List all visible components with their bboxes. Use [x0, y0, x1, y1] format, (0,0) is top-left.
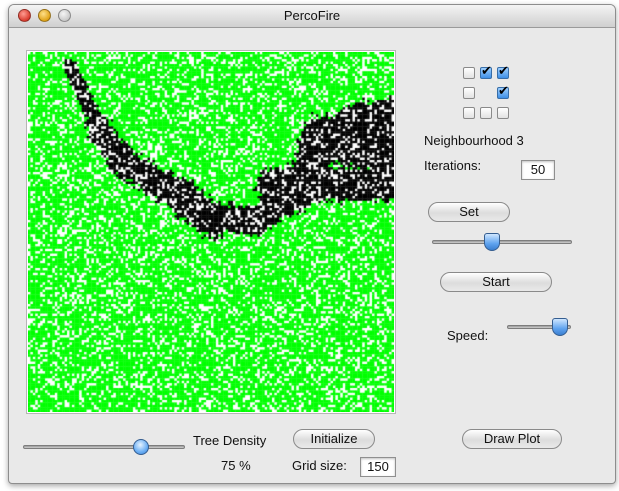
- forest-grid-view[interactable]: [26, 50, 396, 414]
- speed-label: Speed:: [447, 328, 489, 343]
- neighbourhood-checkbox-r1c2[interactable]: [480, 64, 492, 79]
- iterations-label: Iterations:: [424, 158, 482, 173]
- iteration-slider-thumb[interactable]: [484, 233, 501, 251]
- neighbourhood-checkbox-r2c3[interactable]: [497, 84, 509, 99]
- initialize-button[interactable]: Initialize: [293, 429, 375, 449]
- tree-density-value: 75 %: [221, 458, 251, 473]
- title-bar: PercoFire: [9, 5, 615, 28]
- zoom-window-button[interactable]: [58, 9, 71, 22]
- neighbourhood-checkbox-r3c3[interactable]: [497, 107, 509, 119]
- neighbourhood-checkbox-r1c1[interactable]: [463, 67, 475, 79]
- percofire-window: PercoFire Neighbourhood 3 Iterations: 50…: [8, 4, 616, 484]
- minimize-window-button[interactable]: [38, 9, 51, 22]
- grid-size-label: Grid size:: [292, 458, 347, 473]
- draw-plot-button[interactable]: Draw Plot: [462, 429, 562, 449]
- tree-density-label: Tree Density: [193, 433, 267, 448]
- window-title: PercoFire: [283, 8, 341, 23]
- forest-grid-canvas: [28, 52, 394, 412]
- neighbourhood-checkbox-r2c1[interactable]: [463, 87, 475, 99]
- neighbourhood-checkbox-r3c1[interactable]: [463, 107, 475, 119]
- tree-density-slider-thumb[interactable]: [132, 439, 149, 455]
- iterations-field[interactable]: 50: [521, 160, 555, 180]
- grid-size-field[interactable]: 150: [360, 457, 396, 477]
- start-button[interactable]: Start: [440, 272, 552, 292]
- tree-density-slider-track[interactable]: [23, 445, 185, 449]
- neighbourhood-label: Neighbourhood 3: [424, 133, 524, 148]
- neighbourhood-checkbox-r1c3[interactable]: [497, 64, 509, 79]
- close-window-button[interactable]: [18, 9, 31, 22]
- iteration-slider-track[interactable]: [432, 240, 572, 244]
- set-button[interactable]: Set: [428, 202, 510, 222]
- speed-slider-thumb[interactable]: [551, 318, 568, 336]
- neighbourhood-checkbox-r3c2[interactable]: [480, 107, 492, 119]
